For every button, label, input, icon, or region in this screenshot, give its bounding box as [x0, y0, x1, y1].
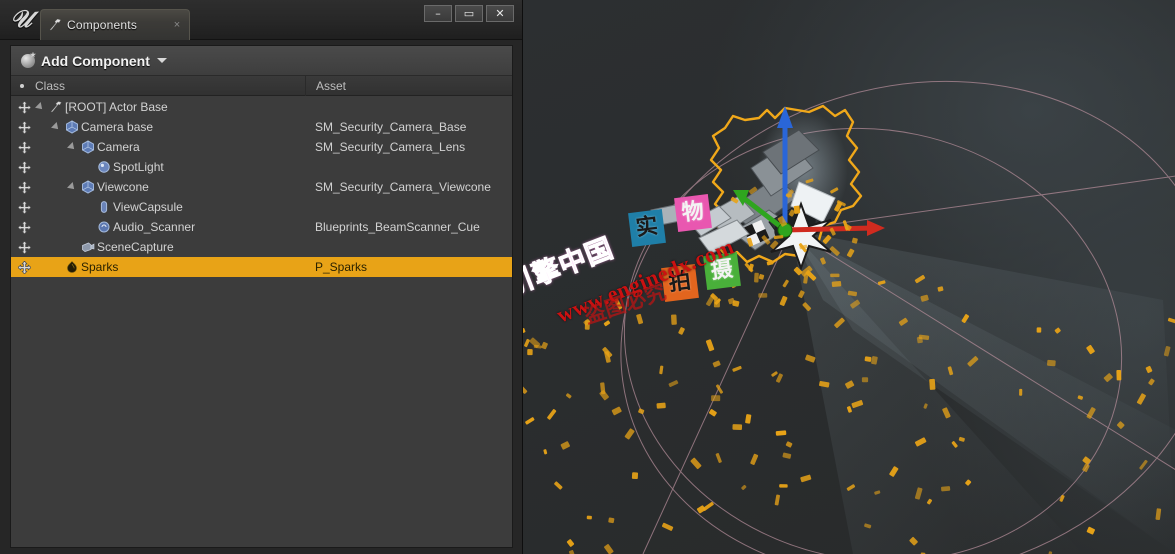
static-mesh-icon [65, 120, 79, 134]
wrench-icon [49, 100, 63, 114]
unreal-engine-logo: 𝒰 [10, 4, 32, 33]
static-mesh-icon [81, 140, 95, 154]
spotlight-icon [97, 160, 111, 174]
component-name: Audio_Scanner [113, 220, 196, 234]
window-titlebar: 𝒰 Components × – ▭ ✕ [0, 0, 522, 40]
table-row[interactable]: Camera SM_Security_Camera_Lens [11, 137, 512, 157]
move-handle-icon[interactable] [17, 260, 32, 275]
static-mesh-icon [81, 180, 95, 194]
move-handle-icon[interactable] [17, 140, 32, 155]
minimize-icon: – [435, 7, 441, 20]
close-icon[interactable]: × [171, 19, 183, 31]
sphere-star-icon [21, 53, 35, 68]
move-handle-icon[interactable] [17, 120, 32, 135]
component-asset: Blueprints_BeamScanner_Cue [315, 220, 480, 234]
component-tree[interactable]: [ROOT] Actor Base Camera base SM_Security_… [11, 97, 512, 547]
table-row[interactable]: SceneCapture [11, 237, 512, 257]
column-header-asset-label: Asset [316, 78, 347, 93]
add-component-button[interactable]: Add Component [11, 46, 512, 76]
component-name: Camera base [81, 120, 154, 134]
chevron-down-icon [156, 58, 167, 63]
move-handle-icon[interactable] [17, 200, 32, 215]
component-name: [ROOT] Actor Base [65, 100, 168, 114]
table-row[interactable]: ViewCapsule [11, 197, 512, 217]
tab-label: Components [67, 18, 138, 32]
component-asset: SM_Security_Camera_Viewcone [315, 180, 491, 194]
expand-arrow-icon[interactable] [67, 142, 77, 152]
table-row[interactable]: Camera base SM_Security_Camera_Base [11, 117, 512, 137]
expand-arrow-icon[interactable] [67, 182, 77, 192]
components-panel: Add Component Class Asset [ROOT] Actor B… [10, 45, 513, 548]
bullet-icon [20, 83, 24, 88]
move-handle-icon[interactable] [17, 220, 32, 235]
capsule-icon [97, 200, 111, 214]
maximize-icon: ▭ [463, 7, 475, 20]
minimize-button[interactable]: – [424, 5, 452, 22]
unreal-blueprint-window: 𝒰 Components × – ▭ ✕ Add Component Class… [0, 0, 1175, 554]
component-name: SceneCapture [97, 240, 174, 254]
watermark-box-shi: 实 [628, 209, 666, 247]
column-header: Class Asset [11, 75, 512, 96]
component-name: ViewCapsule [113, 200, 183, 214]
column-header-asset[interactable]: Asset [306, 76, 512, 96]
move-handle-icon[interactable] [17, 160, 32, 175]
3d-viewport[interactable]: 实 物 拍 摄 引擎中国 www.enginedx.com 盗图必究 [522, 0, 1175, 554]
component-asset: P_Sparks [315, 260, 368, 274]
component-name: Camera [97, 140, 140, 154]
expand-arrow-icon[interactable] [51, 122, 61, 132]
tab-components[interactable]: Components × [40, 9, 190, 40]
move-handle-icon[interactable] [17, 180, 32, 195]
table-row[interactable]: Sparks P_Sparks [11, 257, 512, 277]
move-handle-icon[interactable] [17, 240, 32, 255]
column-header-class[interactable]: Class [11, 75, 306, 96]
component-name: Sparks [81, 260, 119, 274]
table-row[interactable]: [ROOT] Actor Base [11, 97, 512, 117]
close-window-button[interactable]: ✕ [486, 5, 514, 22]
audio-icon [97, 220, 111, 234]
component-asset: SM_Security_Camera_Base [315, 120, 467, 134]
column-header-class-label: Class [35, 78, 66, 93]
move-handle-icon[interactable] [17, 100, 32, 115]
particle-icon [65, 260, 79, 274]
add-component-label: Add Component [41, 52, 150, 69]
close-window-icon: ✕ [495, 7, 505, 20]
maximize-button[interactable]: ▭ [455, 5, 483, 22]
component-name: Viewcone [97, 180, 149, 194]
component-name: SpotLight [113, 160, 164, 174]
watermark-box-wu: 物 [674, 194, 712, 232]
scene-capture-icon [81, 240, 95, 254]
wrench-icon [47, 17, 63, 33]
table-row[interactable]: SpotLight [11, 157, 512, 177]
table-row[interactable]: Audio_Scanner Blueprints_BeamScanner_Cue [11, 217, 512, 237]
expand-arrow-icon[interactable] [35, 102, 45, 112]
table-row[interactable]: Viewcone SM_Security_Camera_Viewcone [11, 177, 512, 197]
component-asset: SM_Security_Camera_Lens [315, 140, 466, 154]
